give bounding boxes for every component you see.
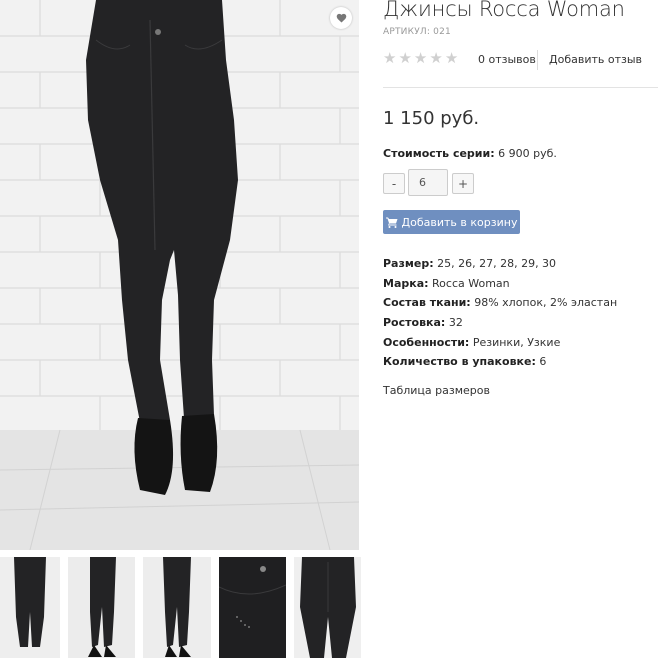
property-label: Размер: xyxy=(383,257,434,270)
thumbnail-5[interactable] xyxy=(294,557,361,658)
wishlist-button[interactable] xyxy=(330,7,352,29)
property-value: Rocca Woman xyxy=(428,276,510,290)
thumbnail-2[interactable] xyxy=(68,557,135,658)
add-review-link[interactable]: Добавить отзыв xyxy=(549,53,642,66)
property-value: 32 xyxy=(445,316,463,330)
property-row: Количество в упаковке: 6 xyxy=(383,355,617,375)
main-product-image[interactable] xyxy=(0,0,359,550)
property-label: Марка: xyxy=(383,276,429,290)
property-row: Марка: Rocca Woman xyxy=(383,277,617,297)
series-price-value: 6 900 руб. xyxy=(494,147,557,160)
property-row: Ростовка: 32 xyxy=(383,316,617,336)
quantity-input[interactable] xyxy=(408,169,448,196)
quantity-increase-button[interactable]: + xyxy=(452,173,474,194)
divider xyxy=(537,50,538,70)
star-icon[interactable]: ★ xyxy=(383,51,396,66)
star-icon[interactable]: ★ xyxy=(429,51,442,66)
star-icon[interactable]: ★ xyxy=(398,51,411,66)
property-label: Количество в упаковке: xyxy=(383,355,536,369)
product-properties: Размер: 25, 26, 27, 28, 29, 30 Марка: Ro… xyxy=(383,257,617,375)
property-label: Особенности: xyxy=(383,335,470,349)
thumbnail-3[interactable] xyxy=(143,557,211,658)
property-value: 6 xyxy=(535,355,547,369)
property-value: Резинки, Узкие xyxy=(469,335,561,349)
product-title: Джинсы Rocca Woman xyxy=(383,0,625,21)
size-table-link[interactable]: Таблица размеров xyxy=(383,384,490,397)
cart-icon xyxy=(385,217,398,228)
add-to-cart-label: Добавить в корзину xyxy=(401,215,518,229)
add-to-cart-button[interactable]: Добавить в корзину xyxy=(383,210,520,234)
thumbnail-4[interactable] xyxy=(219,557,286,658)
property-row: Размер: 25, 26, 27, 28, 29, 30 xyxy=(383,257,617,277)
product-sku: АРТИКУЛ: 021 xyxy=(383,27,451,37)
divider xyxy=(383,87,658,88)
star-icon[interactable]: ★ xyxy=(414,51,427,66)
property-value: 98% хлопок, 2% эластан xyxy=(470,296,618,310)
reviews-count-link[interactable]: 0 отзывов xyxy=(478,53,536,66)
series-price: Стоимость серии: 6 900 руб. xyxy=(383,147,557,160)
star-icon[interactable]: ★ xyxy=(445,51,458,66)
property-row: Особенности: Резинки, Узкие xyxy=(383,336,617,356)
property-label: Ростовка: xyxy=(383,316,446,330)
product-price: 1 150 руб. xyxy=(383,108,480,129)
thumbnail-strip xyxy=(0,557,362,660)
property-value: 25, 26, 27, 28, 29, 30 xyxy=(433,257,557,270)
series-price-label: Стоимость серии: xyxy=(383,147,495,160)
rating-stars[interactable]: ★ ★ ★ ★ ★ xyxy=(383,51,458,66)
quantity-decrease-button[interactable]: - xyxy=(383,173,405,194)
heart-icon xyxy=(336,13,347,23)
property-label: Состав ткани: xyxy=(383,296,471,310)
thumbnail-1[interactable] xyxy=(0,557,60,658)
property-row: Состав ткани: 98% хлопок, 2% эластан xyxy=(383,296,617,316)
